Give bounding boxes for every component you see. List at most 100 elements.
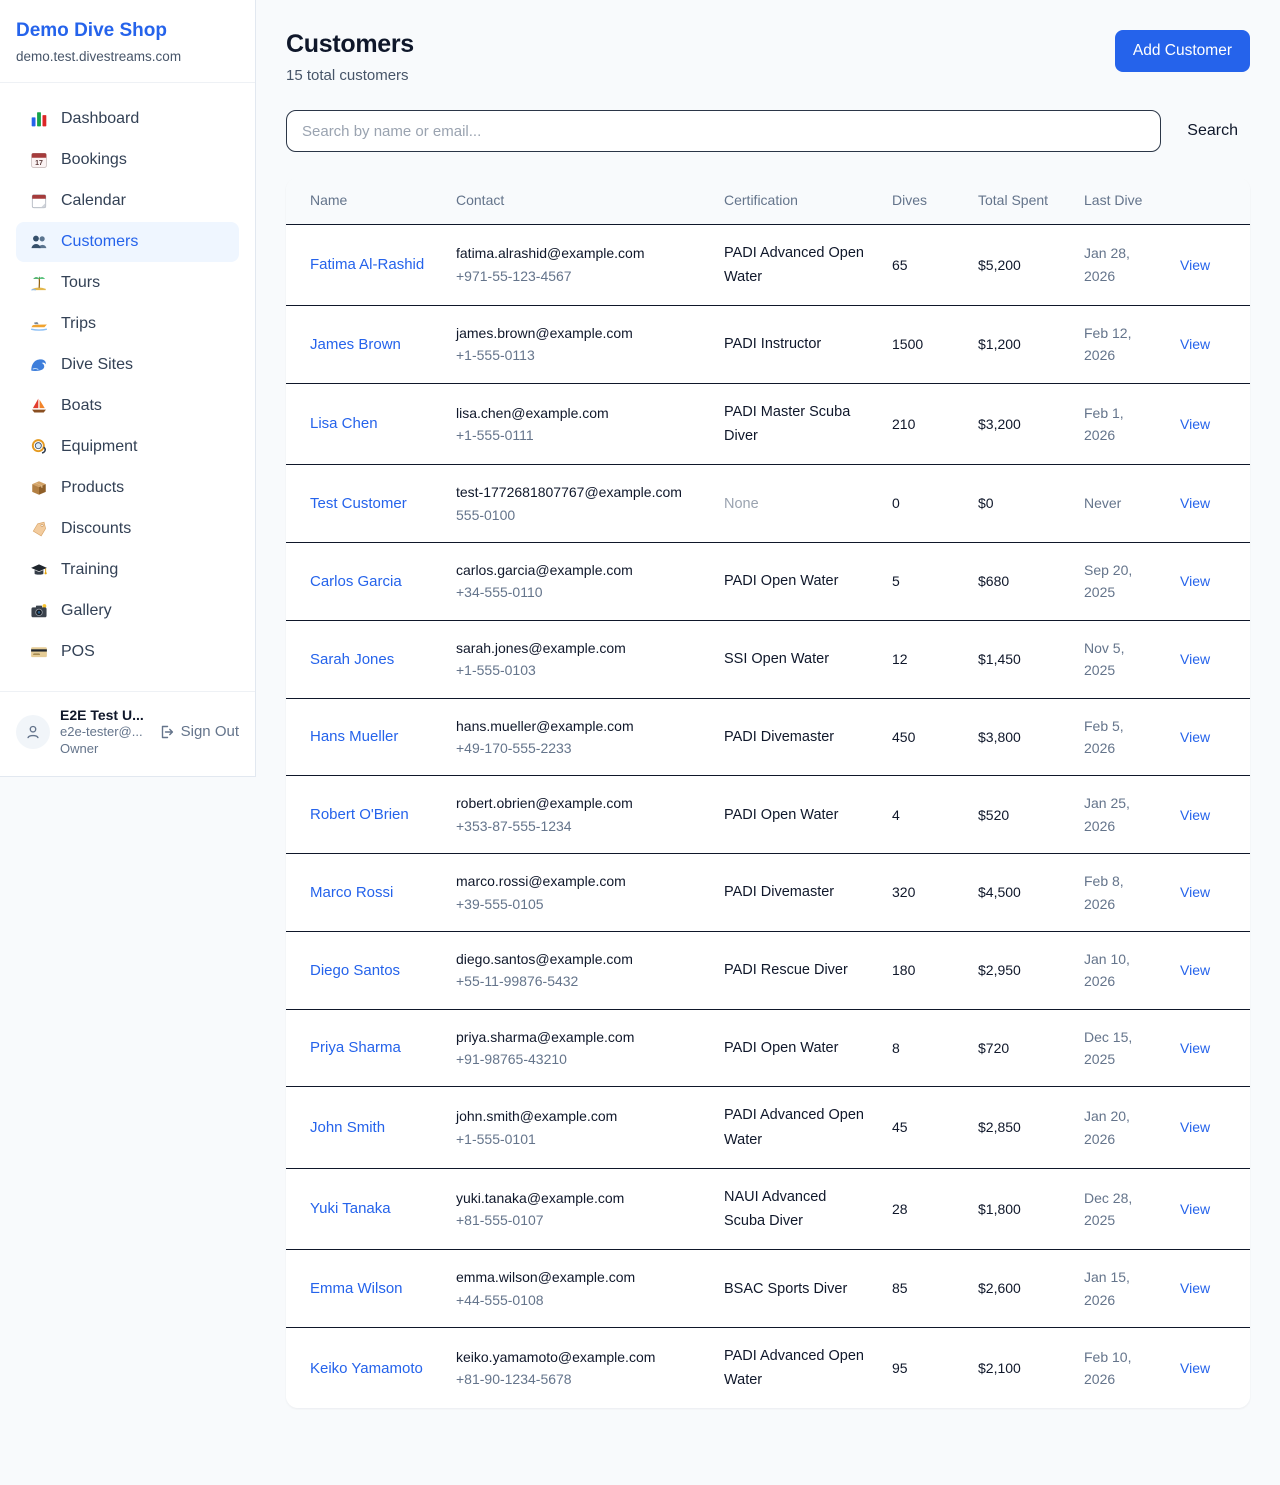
customer-email: yuki.tanaka@example.com xyxy=(456,1187,700,1209)
view-customer-link[interactable]: View xyxy=(1180,1360,1210,1376)
people-icon xyxy=(30,233,48,251)
customer-name-link[interactable]: Marco Rossi xyxy=(310,884,393,901)
customer-email: fatima.alrashid@example.com xyxy=(456,242,700,264)
view-customer-link[interactable]: View xyxy=(1180,336,1210,352)
price-tag-icon xyxy=(30,520,48,538)
customer-email: robert.obrien@example.com xyxy=(456,792,700,814)
sidebar-item-training[interactable]: Training xyxy=(16,550,239,590)
sidebar-item-trips[interactable]: Trips xyxy=(16,304,239,344)
customer-total-spent: $1,200 xyxy=(978,336,1021,352)
table-row: Lisa Chen lisa.chen@example.com +1-555-0… xyxy=(286,383,1250,464)
sidebar-item-boats[interactable]: Boats xyxy=(16,386,239,426)
svg-text:17: 17 xyxy=(35,160,43,167)
sidebar-item-equipment[interactable]: Equipment xyxy=(16,427,239,467)
add-customer-button[interactable]: Add Customer xyxy=(1115,30,1250,72)
view-customer-link[interactable]: View xyxy=(1180,1201,1210,1217)
customer-phone: +81-90-1234-5678 xyxy=(456,1368,700,1390)
sidebar-item-gallery[interactable]: Gallery xyxy=(16,591,239,631)
customer-name-link[interactable]: Diego Santos xyxy=(310,962,400,979)
sidebar-item-tours[interactable]: Tours xyxy=(16,263,239,303)
sidebar-item-customers[interactable]: Customers xyxy=(16,222,239,262)
customer-phone: +353-87-555-1234 xyxy=(456,815,700,837)
customer-name-link[interactable]: Sarah Jones xyxy=(310,651,394,668)
user-role: Owner xyxy=(60,741,148,758)
tear-calendar-icon xyxy=(30,192,48,210)
table-row: John Smith john.smith@example.com +1-555… xyxy=(286,1087,1250,1168)
view-customer-link[interactable]: View xyxy=(1180,1119,1210,1135)
customer-dives: 65 xyxy=(892,257,908,273)
customer-certification: None xyxy=(724,496,759,512)
customer-name-link[interactable]: Robert O'Brien xyxy=(310,806,409,823)
view-customer-link[interactable]: View xyxy=(1180,495,1210,511)
customer-certification: SSI Open Water xyxy=(724,651,829,667)
customer-count: 15 total customers xyxy=(286,67,414,84)
customer-phone: +91-98765-43210 xyxy=(456,1048,700,1070)
customer-total-spent: $2,950 xyxy=(978,962,1021,978)
table-row: Robert O'Brien robert.obrien@example.com… xyxy=(286,776,1250,854)
diving-mask-icon xyxy=(30,438,48,456)
customer-name-link[interactable]: Emma Wilson xyxy=(310,1280,403,1297)
customer-name-link[interactable]: Hans Mueller xyxy=(310,728,398,745)
customer-dives: 8 xyxy=(892,1040,900,1056)
column-header-contact: Contact xyxy=(444,178,712,224)
sidebar-item-discounts[interactable]: Discounts xyxy=(16,509,239,549)
view-customer-link[interactable]: View xyxy=(1180,573,1210,589)
customer-name-link[interactable]: Yuki Tanaka xyxy=(310,1200,391,1217)
customer-total-spent: $4,500 xyxy=(978,884,1021,900)
sidebar-item-dashboard[interactable]: Dashboard xyxy=(16,99,239,139)
table-row: Emma Wilson emma.wilson@example.com +44-… xyxy=(286,1250,1250,1328)
search-button[interactable]: Search xyxy=(1175,114,1250,148)
sidebar-item-pos[interactable]: POS xyxy=(16,632,239,672)
customer-email: sarah.jones@example.com xyxy=(456,637,700,659)
column-header-total-spent: Total Spent xyxy=(966,178,1072,224)
customer-certification: PADI Master Scuba Diver xyxy=(724,404,850,444)
customer-name-link[interactable]: Priya Sharma xyxy=(310,1039,401,1056)
customer-last-dive: Jan 15, 2026 xyxy=(1084,1269,1130,1307)
view-customer-link[interactable]: View xyxy=(1180,884,1210,900)
graduation-cap-icon xyxy=(30,561,48,579)
page-title: Customers xyxy=(286,30,414,59)
customer-name-link[interactable]: Fatima Al-Rashid xyxy=(310,256,424,273)
sidebar-item-calendar[interactable]: Calendar xyxy=(16,181,239,221)
sidebar-item-dive-sites[interactable]: Dive Sites xyxy=(16,345,239,385)
customer-last-dive: Jan 20, 2026 xyxy=(1084,1108,1130,1146)
table-row: James Brown james.brown@example.com +1-5… xyxy=(286,306,1250,384)
customer-email: test-1772681807767@example.com xyxy=(456,481,700,503)
shop-domain: demo.test.divestreams.com xyxy=(16,49,239,64)
customer-total-spent: $1,450 xyxy=(978,651,1021,667)
customer-name-link[interactable]: John Smith xyxy=(310,1119,385,1136)
view-customer-link[interactable]: View xyxy=(1180,1280,1210,1296)
customer-last-dive: Never xyxy=(1084,495,1121,511)
customer-last-dive: Feb 1, 2026 xyxy=(1084,405,1124,443)
customers-table: Name Contact Certification Dives Total S… xyxy=(286,178,1250,1408)
customer-name-link[interactable]: Carlos Garcia xyxy=(310,573,402,590)
customer-certification: NAUI Advanced Scuba Diver xyxy=(724,1189,826,1229)
view-customer-link[interactable]: View xyxy=(1180,1040,1210,1056)
sign-out-label: Sign Out xyxy=(181,723,239,740)
customer-name-link[interactable]: Lisa Chen xyxy=(310,415,378,432)
customer-name-link[interactable]: Test Customer xyxy=(310,495,407,512)
view-customer-link[interactable]: View xyxy=(1180,962,1210,978)
view-customer-link[interactable]: View xyxy=(1180,729,1210,745)
column-header-actions xyxy=(1168,178,1250,224)
customer-dives: 4 xyxy=(892,807,900,823)
customer-name-link[interactable]: Keiko Yamamoto xyxy=(310,1360,423,1377)
table-row: Hans Mueller hans.mueller@example.com +4… xyxy=(286,698,1250,776)
sign-out-button[interactable]: Sign Out xyxy=(158,723,239,740)
view-customer-link[interactable]: View xyxy=(1180,651,1210,667)
customer-name-link[interactable]: James Brown xyxy=(310,336,401,353)
customer-phone: +81-555-0107 xyxy=(456,1209,700,1231)
customer-dives: 85 xyxy=(892,1280,908,1296)
view-customer-link[interactable]: View xyxy=(1180,257,1210,273)
view-customer-link[interactable]: View xyxy=(1180,416,1210,432)
customer-total-spent: $520 xyxy=(978,807,1009,823)
table-row: Test Customer test-1772681807767@example… xyxy=(286,465,1250,543)
view-customer-link[interactable]: View xyxy=(1180,807,1210,823)
search-input[interactable] xyxy=(286,110,1161,152)
customer-certification: PADI Divemaster xyxy=(724,884,834,900)
customer-dives: 0 xyxy=(892,495,900,511)
customer-total-spent: $2,600 xyxy=(978,1280,1021,1296)
sidebar-item-products[interactable]: Products xyxy=(16,468,239,508)
sidebar-item-bookings[interactable]: 17 Bookings xyxy=(16,140,239,180)
customer-total-spent: $0 xyxy=(978,495,994,511)
